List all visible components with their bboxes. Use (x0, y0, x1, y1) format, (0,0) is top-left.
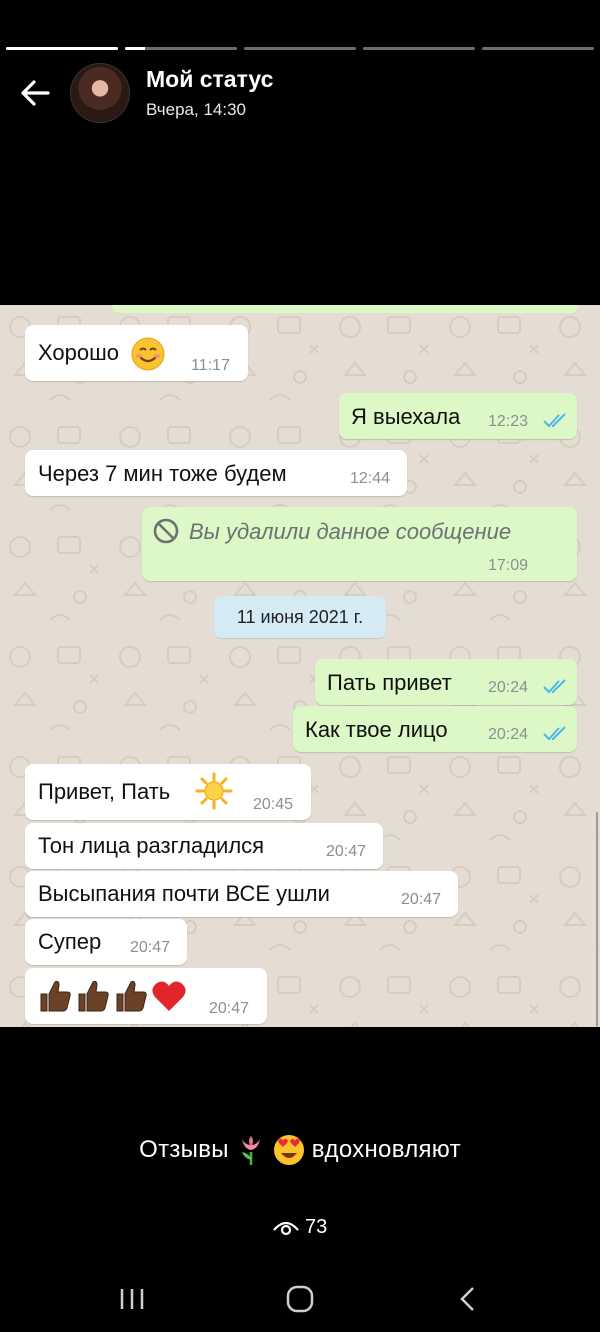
sun-emoji-icon (195, 772, 233, 810)
views-counter[interactable]: 73 (272, 1215, 342, 1241)
progress-segment-1 (6, 47, 118, 50)
message-incoming[interactable]: Тон лица разгладился 20:47 (25, 823, 383, 869)
deleted-icon (153, 518, 179, 544)
read-ticks-icon (543, 413, 566, 428)
status-caption: Отзывы вдохновляют (0, 1134, 600, 1166)
caption-text-start: Отзывы (139, 1136, 229, 1163)
home-icon[interactable] (280, 1284, 320, 1314)
back-nav-icon[interactable] (447, 1284, 487, 1314)
progress-segment-5 (482, 47, 594, 50)
previous-message-edge (112, 305, 578, 313)
chat-screenshot: Хорошо 11:17 Я выехала 12:23 Через 7 мин… (0, 305, 600, 1027)
progress-segment-3 (244, 47, 356, 50)
system-navigation-bar (0, 1270, 600, 1332)
status-progress-bar (6, 47, 594, 50)
back-arrow-icon[interactable] (18, 76, 52, 110)
read-ticks-icon (543, 679, 566, 694)
recent-apps-icon[interactable] (112, 1284, 152, 1314)
message-incoming[interactable]: Через 7 мин тоже будем 12:44 (25, 450, 407, 496)
message-incoming[interactable]: Высыпания почти ВСЕ ушли 20:47 (25, 871, 458, 917)
message-deleted[interactable]: Вы удалили данное сообщение 17:09 (142, 507, 577, 581)
tulip-emoji-icon (241, 1136, 260, 1165)
message-outgoing[interactable]: Как твое лицо 20:24 (293, 706, 577, 752)
progress-segment-2 (125, 47, 237, 50)
thumbs-up-heart-emoji-icon (40, 980, 186, 1012)
message-outgoing[interactable]: Я выехала 12:23 (339, 393, 577, 439)
date-separator: 11 июня 2021 г. (214, 596, 386, 638)
message-outgoing[interactable]: Пать привет 20:24 (315, 659, 577, 705)
status-title: Мой статус (146, 66, 274, 92)
message-incoming[interactable]: Хорошо 11:17 (25, 325, 248, 381)
message-incoming[interactable]: Привет, Пать 20:45 (25, 764, 311, 820)
progress-segment-4 (363, 47, 475, 50)
smile-emoji-icon (131, 337, 165, 371)
message-incoming[interactable]: 20:47 (25, 968, 267, 1024)
read-ticks-icon (543, 726, 566, 741)
eye-icon (273, 1221, 299, 1236)
views-count: 73 (305, 1216, 328, 1238)
caption-text-end: вдохновляют (311, 1136, 461, 1163)
avatar[interactable] (70, 63, 130, 123)
heart-eyes-emoji-icon (273, 1135, 304, 1165)
message-incoming[interactable]: Супер 20:47 (25, 919, 187, 965)
scroll-indicator (596, 812, 598, 1027)
status-time: Вчера, 14:30 (146, 100, 246, 119)
